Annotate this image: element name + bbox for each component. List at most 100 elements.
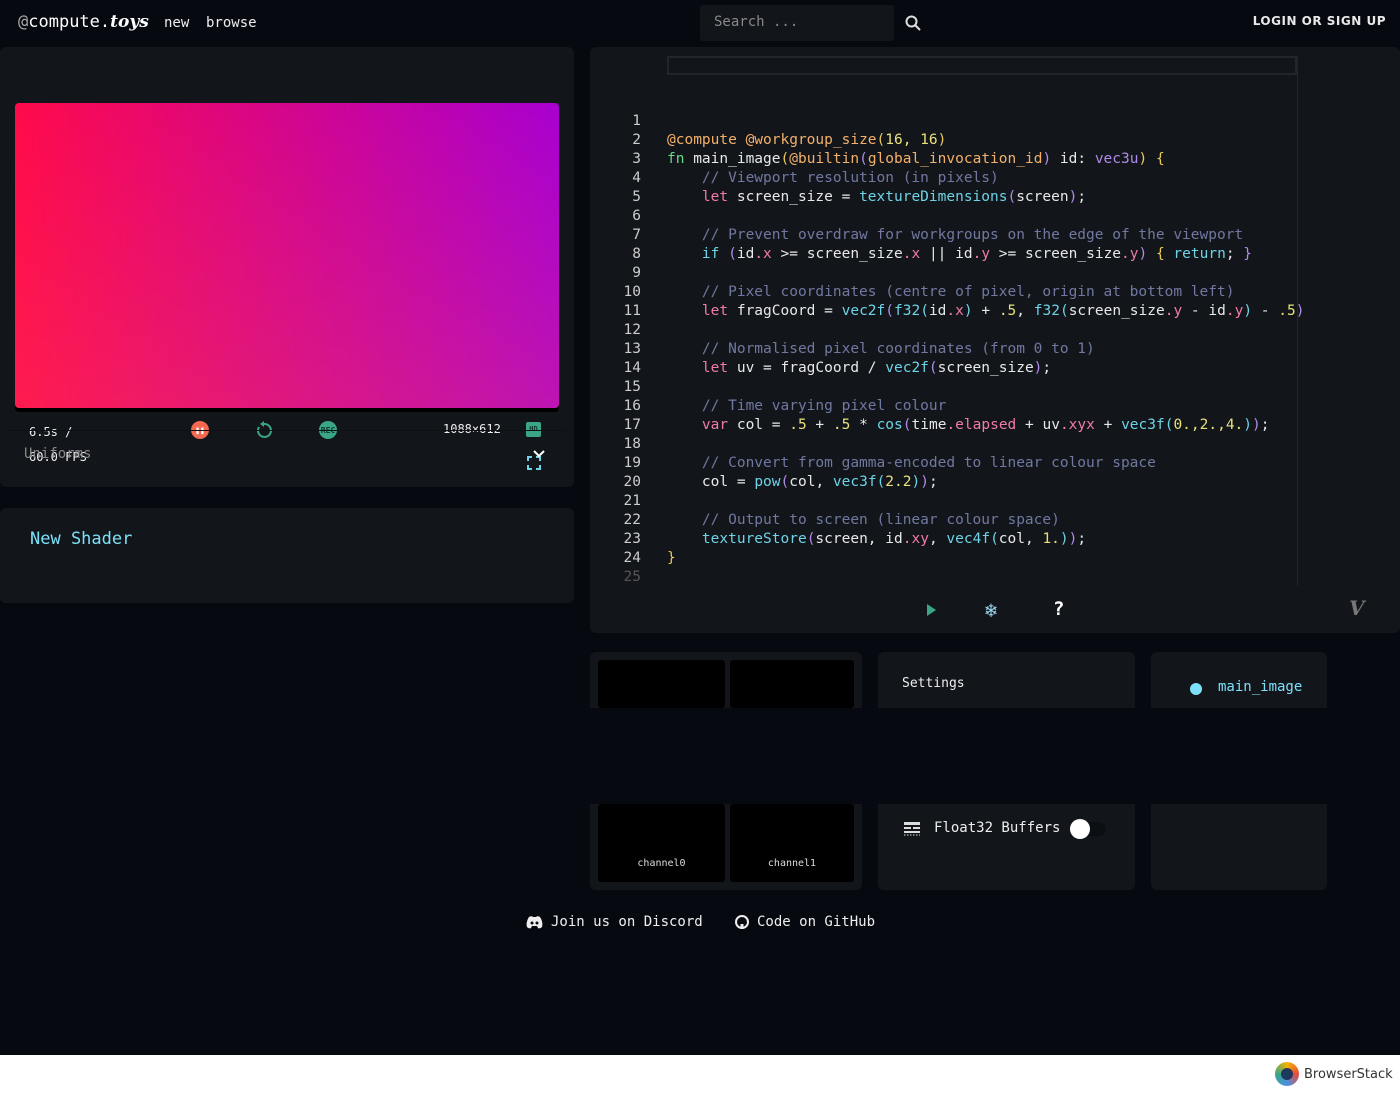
channel0-slot[interactable]: channel0 [598,804,725,882]
code-line[interactable]: } [667,549,676,568]
code-token: ( [920,303,929,319]
settings-title[interactable]: Settings [902,676,965,691]
code-line[interactable]: // Convert from gamma-encoded to linear … [667,454,1156,473]
code-line[interactable]: // Normalised pixel coordinates (from 0 … [667,340,1095,359]
code-token: .x [946,303,964,319]
code-token: uv = fragCoord / [736,360,886,376]
divider [8,430,566,431]
code-token: } [667,550,676,566]
code-line[interactable]: // Pixel coordinates (centre of pixel, o… [667,283,1235,302]
code-token: ; [1077,189,1087,205]
channels-panel: channel0 channel1 [590,804,862,890]
code-line[interactable]: col = pow(col, vec3f(2.2)); [667,473,938,492]
code-line[interactable]: textureStore(screen, id.xy, vec4f(col, 1… [667,530,1086,549]
code-token: @compute [667,132,746,148]
code-token: screen_size [1068,303,1165,319]
line-number: 19 [623,455,641,471]
search-icon[interactable] [905,15,921,31]
code-token: .x [902,246,921,262]
snowflake-icon[interactable]: ❄ [985,598,997,622]
code-token: // Prevent overdraw for workgroups on th… [701,227,1244,243]
code-token: + [1094,417,1122,433]
code-line[interactable]: var col = .5 + .5 * cos(time.elapsed + u… [667,416,1270,435]
uniforms-header[interactable]: Uniforms [24,446,91,462]
code-line[interactable]: // Output to screen (linear colour space… [667,511,1060,530]
discord-link[interactable]: Join us on Discord [526,914,703,930]
code-token: ( [1007,189,1017,205]
logo[interactable]: @compute.toys [18,12,149,32]
code-token: .5 [832,417,851,433]
code-token: { [1155,151,1165,167]
code-token: f32 [1033,303,1060,319]
line-number: 7 [632,227,641,243]
search-input[interactable]: Search ... [700,5,894,41]
vim-mode-icon[interactable]: V [1349,596,1365,620]
chevron-down-icon[interactable] [533,450,545,458]
minimap[interactable] [1297,56,1397,586]
help-button[interactable]: ? [1053,598,1064,620]
code-token: ) [1252,417,1261,433]
code-token: ( [859,151,868,167]
line-number: 13 [623,341,641,357]
shader-canvas[interactable] [15,103,559,408]
code-token: @workgroup_size [745,132,877,148]
login-button[interactable]: LOGIN OR SIGN UP [1253,14,1386,28]
buffer-icon [904,822,920,836]
code-token: .y [1164,303,1183,319]
line-number: 10 [623,284,641,300]
code-token: 1. [1042,531,1060,547]
code-token: ) [1042,151,1052,167]
code-token: } [1243,246,1253,262]
code-token: ) [920,474,929,490]
code-line[interactable]: // Time varying pixel colour [667,397,946,416]
code-token: col = [736,417,790,433]
code-token: textureDimensions [859,189,1008,205]
channel1-slot[interactable]: channel1 [730,804,854,882]
shader-title[interactable]: New Shader [30,529,132,549]
resolution-readout: 1088×612 [443,422,501,436]
entry-points-panel-top: main_image [1151,652,1327,708]
github-link[interactable]: Code on GitHub [735,914,875,930]
code-token: - id [1182,303,1226,319]
line-number: 25 [623,569,641,585]
code-line[interactable]: // Viewport resolution (in pixels) [667,169,999,188]
code-line[interactable]: let fragCoord = vec2f(f32(id.x) + .5, f3… [667,302,1305,321]
code-token: .x [754,246,772,262]
fullscreen-icon[interactable] [527,456,541,470]
code-line[interactable]: if (id.x >= screen_size.x || id.y >= scr… [667,245,1252,264]
code-token: ) [1138,151,1148,167]
code-token: time [911,417,947,433]
code-line[interactable]: @compute @workgroup_size(16, 16) [667,131,946,150]
code-token: pow [754,474,781,490]
channel-slot[interactable] [730,660,854,708]
code-token: 16, 16 [885,132,938,148]
channel-slot[interactable] [598,660,725,708]
line-number: 20 [623,474,641,490]
float32-toggle[interactable] [1070,819,1106,839]
code-token: 0.,2.,4. [1173,417,1244,433]
line-number: 1 [632,113,641,129]
code-token: id [928,303,947,319]
code-token: col = [701,474,755,490]
code-line[interactable]: // Prevent overdraw for workgroups on th… [667,226,1243,245]
nav-browse[interactable]: browse [206,15,257,31]
code-line[interactable]: let screen_size = textureDimensions(scre… [667,188,1086,207]
code-token: ( [780,474,790,490]
shader-info-panel: New Shader [0,508,574,603]
channels-panel-top [590,652,862,708]
code-line[interactable]: fn main_image(@builtin(global_invocation… [667,150,1165,169]
code-token: ( [780,151,790,167]
code-token: .5 [789,417,807,433]
compile-play-icon[interactable] [926,603,938,617]
code-token: + uv [1016,417,1060,433]
nav-new[interactable]: new [164,15,189,31]
code-token: // Pixel coordinates (centre of pixel, o… [701,284,1235,300]
line-number: 15 [623,379,641,395]
code-line[interactable]: let uv = fragCoord / vec2f(screen_size); [667,359,1051,378]
code-token: vec3f [832,474,877,490]
entry-point-main-image[interactable]: main_image [1218,679,1302,695]
